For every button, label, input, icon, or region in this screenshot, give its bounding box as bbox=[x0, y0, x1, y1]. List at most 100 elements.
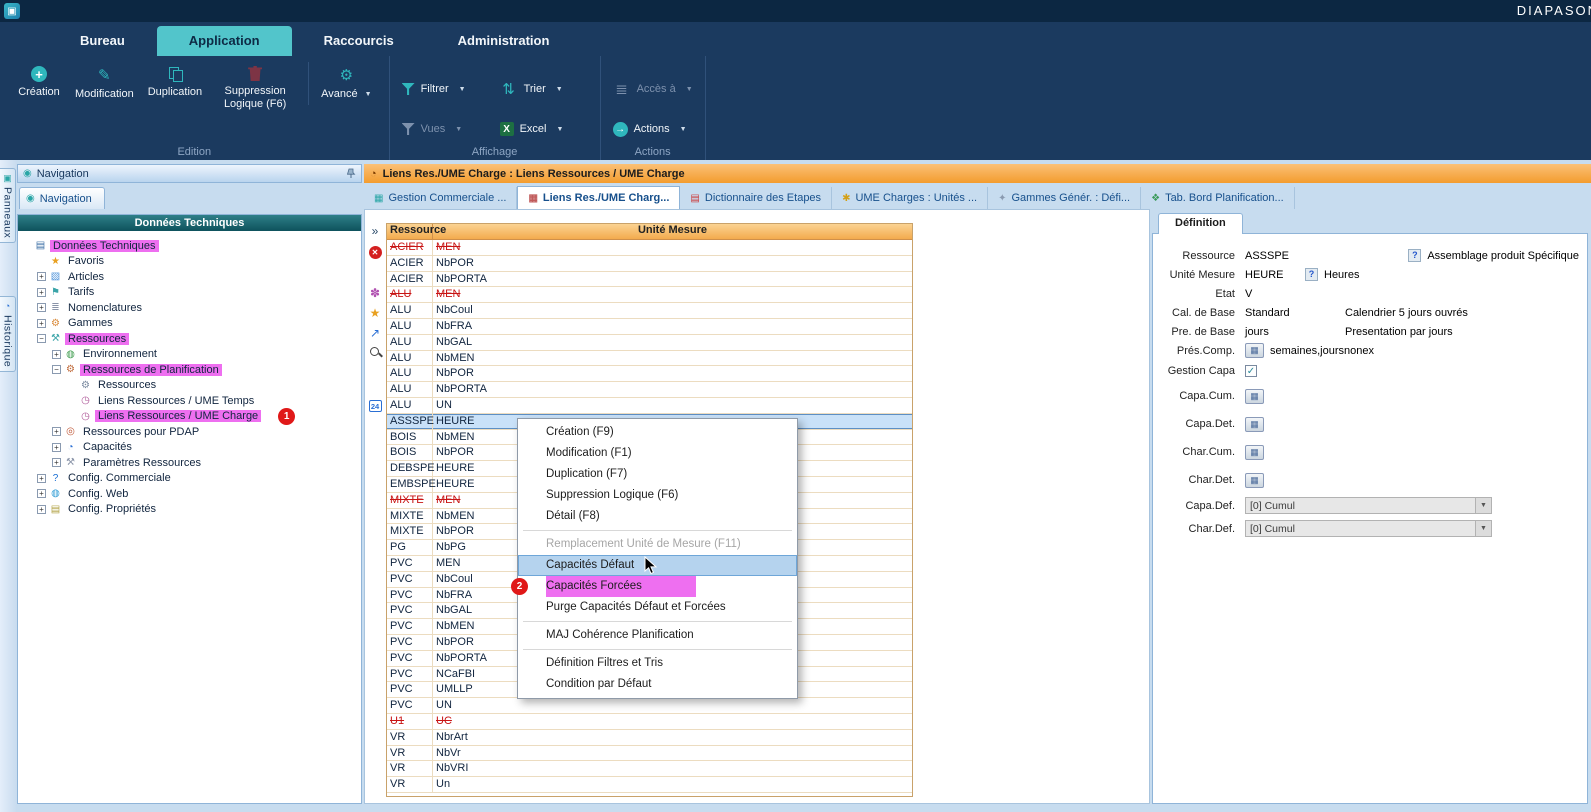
table-row[interactable]: PVCUN bbox=[387, 698, 912, 714]
help-icon[interactable]: ? bbox=[1408, 249, 1421, 262]
menu-tab-raccourcis[interactable]: Raccourcis bbox=[292, 26, 426, 56]
dropdown-char-def[interactable]: [0] Cumul▼ bbox=[1245, 520, 1492, 537]
menu-tab-application[interactable]: Application bbox=[157, 26, 292, 56]
remove-icon[interactable]: ✕ bbox=[369, 246, 382, 259]
tree-item-ressources[interactable]: −⚒Ressources bbox=[18, 331, 361, 347]
table-row[interactable]: ALUNbGAL bbox=[387, 335, 912, 351]
expander-icon[interactable]: + bbox=[37, 474, 46, 483]
context-menu-item-definition-filtres-et-tris[interactable]: Définition Filtres et Tris bbox=[518, 653, 797, 674]
tree-item-gammes[interactable]: +⚙Gammes bbox=[18, 316, 361, 332]
modification-button[interactable]: ✎Modification bbox=[70, 62, 139, 105]
context-menu-item-suppression-logique-f6[interactable]: Suppression Logique (F6) bbox=[518, 485, 797, 506]
context-menu-item-capacites-forcees[interactable]: Capacités Forcées2 bbox=[518, 576, 797, 597]
calendar-24-icon[interactable]: 24 bbox=[369, 400, 382, 412]
excel-button[interactable]: XExcel▼ bbox=[500, 116, 588, 142]
tree-item-ressources-de-planification[interactable]: −⚙Ressources de Planification bbox=[18, 362, 361, 378]
expander-icon[interactable]: + bbox=[52, 458, 61, 467]
tree-item-favoris[interactable]: ★Favoris bbox=[18, 254, 361, 270]
document-tab-ume-charges-unites[interactable]: ✱UME Charges : Unités ... bbox=[832, 187, 988, 209]
document-tab-dictionnaire-des-etapes[interactable]: ▤Dictionnaire des Etapes bbox=[680, 187, 832, 209]
search-icon[interactable] bbox=[368, 345, 383, 360]
context-menu-item-modification-f1[interactable]: Modification (F1) bbox=[518, 443, 797, 464]
send-arrow-icon[interactable]: ↗ bbox=[368, 325, 383, 340]
trier-button[interactable]: ⇅Trier▼ bbox=[500, 76, 588, 102]
tree-item-tarifs[interactable]: +⚑Tarifs bbox=[18, 285, 361, 301]
grid-button-char-cum[interactable]: ▦ bbox=[1245, 445, 1264, 460]
help-icon[interactable]: ? bbox=[1305, 268, 1318, 281]
tree-item-config-commerciale[interactable]: +?Config. Commerciale bbox=[18, 471, 361, 487]
table-row[interactable]: VRNbVr bbox=[387, 746, 912, 762]
table-row[interactable]: ALUNbPORTA bbox=[387, 382, 912, 398]
collapse-icon[interactable]: » bbox=[368, 223, 383, 238]
settings-flower-icon[interactable]: ✽ bbox=[368, 285, 383, 300]
tree-item-nomenclatures[interactable]: +≣Nomenclatures bbox=[18, 300, 361, 316]
column-header-unite-mesure[interactable]: Unité Mesure bbox=[433, 224, 912, 239]
table-row[interactable]: ACIERNbPORTA bbox=[387, 272, 912, 288]
table-row[interactable]: ALUUN bbox=[387, 398, 912, 414]
document-tab-liens-res-ume-charg[interactable]: ▦Liens Res./UME Charg... bbox=[517, 186, 680, 209]
table-row[interactable]: ALUNbMEN bbox=[387, 351, 912, 367]
tree-item-parametres-ressources[interactable]: +⚒Paramètres Ressources bbox=[18, 455, 361, 471]
side-tab-panneaux[interactable]: ▣Panneaux bbox=[0, 168, 16, 243]
filtrer-button[interactable]: Filtrer▼ bbox=[402, 76, 490, 102]
expander-icon[interactable]: + bbox=[37, 272, 46, 281]
table-row[interactable]: ACIERNbPOR bbox=[387, 256, 912, 272]
expander-icon[interactable]: − bbox=[52, 365, 61, 374]
grid-button-capa-det[interactable]: ▦ bbox=[1245, 417, 1264, 432]
table-row[interactable]: ALUNbPOR bbox=[387, 366, 912, 382]
context-menu-item-duplication-f7[interactable]: Duplication (F7) bbox=[518, 464, 797, 485]
expander-icon[interactable]: + bbox=[52, 443, 61, 452]
expander-icon[interactable]: + bbox=[52, 350, 61, 359]
tree-item-config-web[interactable]: +◍Config. Web bbox=[18, 486, 361, 502]
column-header-ressource[interactable]: Ressource bbox=[387, 224, 433, 239]
context-menu-item-creation-f9[interactable]: Création (F9) bbox=[518, 422, 797, 443]
document-tab-gammes-gener-defi[interactable]: ✦Gammes Génér. : Défi... bbox=[988, 187, 1141, 209]
menu-tab-bureau[interactable]: Bureau bbox=[48, 26, 157, 56]
tree-item-ressources-pour-pdap[interactable]: +◎Ressources pour PDAP bbox=[18, 424, 361, 440]
context-menu-item-purge-capacites-defaut-et-forcees[interactable]: Purge Capacités Défaut et Forcées bbox=[518, 597, 797, 618]
tab-definition[interactable]: Définition bbox=[1158, 213, 1243, 234]
expander-icon[interactable]: + bbox=[37, 505, 46, 514]
grid-button-char-det[interactable]: ▦ bbox=[1245, 473, 1264, 488]
favorite-star-icon[interactable]: ★ bbox=[368, 305, 383, 320]
context-menu-item-condition-par-defaut[interactable]: Condition par Défaut bbox=[518, 674, 797, 695]
table-row[interactable]: ACIERMEN bbox=[387, 240, 912, 256]
tree-item-capacites[interactable]: +◔Capacités bbox=[18, 440, 361, 456]
checkbox-gestion-capa[interactable]: ✓ bbox=[1245, 365, 1257, 377]
expander-icon[interactable]: + bbox=[37, 303, 46, 312]
table-row[interactable]: VRNbVRI bbox=[387, 761, 912, 777]
avance-button[interactable]: ⚙Avancé▼ bbox=[308, 62, 376, 105]
tree-item-ressources[interactable]: ⚙Ressources bbox=[18, 378, 361, 394]
actions-button[interactable]: →Actions▼ bbox=[613, 116, 693, 142]
tree-item-articles[interactable]: +▧Articles bbox=[18, 269, 361, 285]
dropdown-capa-def[interactable]: [0] Cumul▼ bbox=[1245, 497, 1492, 514]
grid-button-pres-comp[interactable]: ▦ bbox=[1245, 343, 1264, 358]
table-row[interactable]: U1UC bbox=[387, 714, 912, 730]
document-tab-tab-bord-planification[interactable]: ❖Tab. Bord Planification... bbox=[1141, 187, 1295, 209]
table-row[interactable]: ALUNbFRA bbox=[387, 319, 912, 335]
menu-tab-administration[interactable]: Administration bbox=[426, 26, 582, 56]
grid-button-capa-cum[interactable]: ▦ bbox=[1245, 389, 1264, 404]
tab-navigation[interactable]: ◉ Navigation bbox=[19, 187, 105, 209]
table-row[interactable]: VRNbrArt bbox=[387, 730, 912, 746]
expander-icon[interactable]: + bbox=[37, 288, 46, 297]
tree-item-liens-ressources-ume-charge[interactable]: ◷Liens Ressources / UME Charge1 bbox=[18, 409, 361, 425]
duplication-button[interactable]: Duplication bbox=[143, 62, 207, 103]
expander-icon[interactable]: + bbox=[52, 427, 61, 436]
table-row[interactable]: VRUn bbox=[387, 777, 912, 793]
expander-icon[interactable]: + bbox=[37, 319, 46, 328]
tree-item-environnement[interactable]: +◍Environnement bbox=[18, 347, 361, 363]
tree-item-liens-ressources-ume-temps[interactable]: ◷Liens Ressources / UME Temps bbox=[18, 393, 361, 409]
expander-icon[interactable]: − bbox=[37, 334, 46, 343]
tree-item-config-proprietes[interactable]: +▤Config. Propriétés bbox=[18, 502, 361, 518]
creation-button[interactable]: +Création bbox=[12, 62, 66, 103]
table-row[interactable]: ALUNbCoul bbox=[387, 303, 912, 319]
suppression-logique-f6-button[interactable]: Suppression Logique (F6) bbox=[211, 62, 299, 115]
context-menu-item-maj-coherence-planification[interactable]: MAJ Cohérence Planification bbox=[518, 625, 797, 646]
expander-icon[interactable]: + bbox=[37, 489, 46, 498]
table-row[interactable]: ALUMEN bbox=[387, 287, 912, 303]
tree-item-donnees-techniques[interactable]: ▤Données Techniques bbox=[18, 238, 361, 254]
pin-icon[interactable] bbox=[346, 168, 356, 179]
side-tab-historique[interactable]: ◔Historique bbox=[0, 296, 16, 372]
context-menu-item-detail-f8[interactable]: Détail (F8) bbox=[518, 506, 797, 527]
